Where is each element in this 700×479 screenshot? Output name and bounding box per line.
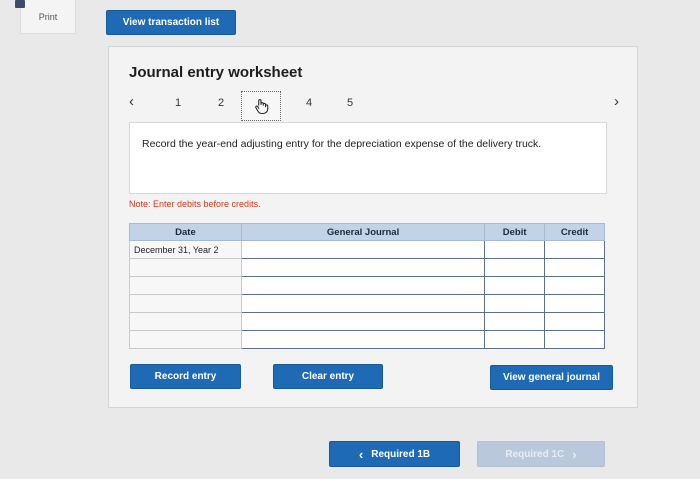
view-transaction-list-label: View transaction list [122, 17, 220, 28]
next-requirement-label: Required 1C [505, 448, 565, 460]
journal-entry-table: Date General Journal Debit Credit Decemb… [129, 223, 605, 349]
credit-input[interactable] [544, 330, 605, 349]
view-general-journal-label: View general journal [502, 372, 601, 383]
table-row [129, 330, 605, 349]
printer-icon [15, 0, 25, 8]
print-button[interactable]: Print [15, 0, 76, 34]
chevron-right-icon: › [572, 446, 577, 462]
account-input[interactable] [240, 276, 486, 295]
print-label: Print [38, 12, 58, 22]
date-cell [129, 312, 242, 331]
table-row: December 31, Year 2 [129, 240, 605, 259]
account-input[interactable] [240, 258, 486, 277]
table-row [129, 276, 605, 295]
prev-requirement-button[interactable]: ‹ Required 1B [329, 441, 460, 467]
table-row [129, 312, 605, 331]
record-entry-button[interactable]: Record entry [130, 364, 241, 389]
col-header-date: Date [129, 223, 242, 241]
account-input[interactable] [240, 312, 486, 331]
date-cell [129, 294, 242, 313]
page-3-current[interactable] [241, 91, 281, 121]
page-5-link[interactable]: 5 [347, 97, 353, 109]
date-cell [129, 330, 242, 349]
credit-input[interactable] [544, 240, 605, 259]
page-2-link[interactable]: 2 [218, 97, 224, 109]
page-1-link[interactable]: 1 [175, 97, 181, 109]
credit-input[interactable] [544, 312, 605, 331]
clear-entry-label: Clear entry [301, 371, 355, 382]
table-row [129, 258, 605, 277]
view-transaction-list-button[interactable]: View transaction list [106, 10, 236, 35]
chevron-left-icon[interactable]: ‹ [129, 93, 134, 110]
col-header-credit: Credit [544, 223, 605, 241]
page-4-link[interactable]: 4 [306, 97, 312, 109]
record-entry-label: Record entry [154, 371, 217, 382]
next-requirement-button[interactable]: Required 1C › [477, 441, 605, 467]
account-input[interactable] [240, 294, 486, 313]
debit-input[interactable] [484, 294, 546, 313]
debit-input[interactable] [484, 276, 546, 295]
date-cell: December 31, Year 2 [129, 240, 242, 259]
debit-input[interactable] [484, 312, 546, 331]
account-input[interactable] [240, 330, 486, 349]
table-row [129, 294, 605, 313]
worksheet-pager: ‹ 1 2 4 5 › [123, 91, 623, 121]
col-header-general-journal: General Journal [240, 223, 486, 241]
col-header-debit: Debit [484, 223, 546, 241]
debit-input[interactable] [484, 240, 546, 259]
debit-input[interactable] [484, 258, 546, 277]
instruction-text: Record the year-end adjusting entry for … [142, 138, 542, 150]
entry-note: Note: Enter debits before credits. [129, 199, 261, 209]
credit-input[interactable] [544, 294, 605, 313]
prev-requirement-label: Required 1B [371, 448, 431, 460]
hand-pointer-icon [255, 99, 269, 115]
chevron-right-icon[interactable]: › [614, 93, 619, 110]
date-cell [129, 276, 242, 295]
instruction-box: Record the year-end adjusting entry for … [129, 122, 607, 194]
credit-input[interactable] [544, 258, 605, 277]
journal-entry-worksheet-panel: Journal entry worksheet ‹ 1 2 4 5 › Reco… [108, 46, 638, 408]
clear-entry-button[interactable]: Clear entry [273, 364, 383, 389]
view-general-journal-button[interactable]: View general journal [490, 365, 613, 390]
worksheet-title: Journal entry worksheet [129, 64, 303, 81]
chevron-left-icon: ‹ [358, 446, 364, 462]
credit-input[interactable] [544, 276, 605, 295]
date-cell [129, 258, 242, 277]
account-input[interactable] [240, 240, 486, 259]
debit-input[interactable] [484, 330, 546, 349]
